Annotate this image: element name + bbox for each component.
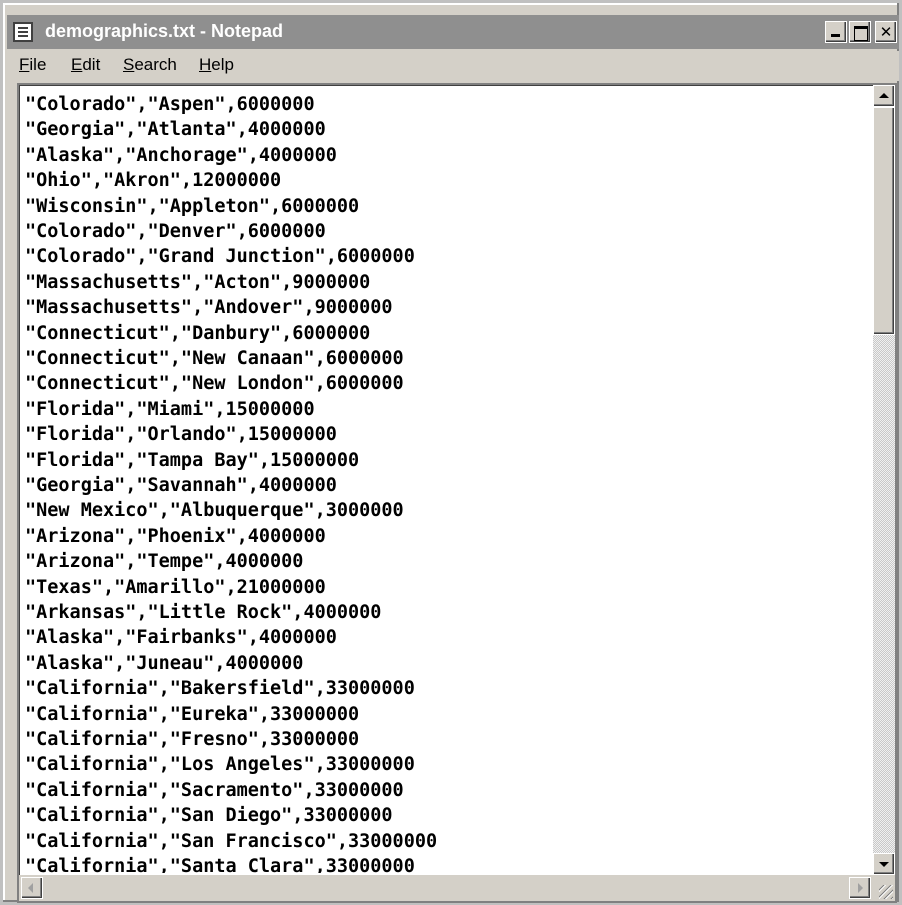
horizontal-scrollbar[interactable]: [19, 875, 873, 901]
text-line: "California","Santa Clara",33000000: [25, 856, 415, 873]
text-line: "Colorado","Denver",6000000: [25, 221, 326, 242]
text-line: "Alaska","Juneau",4000000: [25, 652, 304, 674]
text-line: "Florida","Tampa Bay",15000000: [25, 449, 360, 471]
text-line: "Florida","Miami",15000000: [25, 398, 315, 420]
menu-file[interactable]: File: [19, 55, 46, 75]
maximize-button[interactable]: [849, 21, 871, 43]
text-line: "California","San Diego",33000000: [25, 805, 393, 827]
vertical-scroll-thumb[interactable]: [873, 107, 895, 335]
scroll-left-button[interactable]: [21, 877, 43, 899]
text-line: "Colorado","Grand Junction",6000000: [25, 246, 415, 268]
text-line: "Georgia","Savannah",4000000: [25, 475, 337, 496]
close-button[interactable]: ✕: [875, 21, 897, 43]
scroll-down-button[interactable]: [873, 853, 895, 875]
text-line: "Massachusetts","Acton",9000000: [25, 271, 371, 293]
text-line: "Alaska","Fairbanks",4000000: [25, 627, 337, 649]
text-line: "Connecticut","New London",6000000: [25, 373, 404, 395]
menu-edit[interactable]: Edit: [71, 55, 100, 75]
text-line: "Arizona","Phoenix",4000000: [25, 525, 326, 547]
text-line: "Colorado","Aspen",6000000: [25, 94, 315, 115]
text-editor[interactable]: "Colorado","Aspen",6000000 "Georgia","Atl…: [21, 87, 871, 873]
menu-help[interactable]: Help: [199, 55, 234, 75]
minimize-button[interactable]: [825, 21, 847, 43]
notepad-window: demographics.txt - Notepad ✕ File Edit S…: [0, 0, 902, 905]
text-line: "California","Los Angeles",33000000: [25, 754, 415, 776]
text-line: "California","Eureka",33000000: [25, 703, 360, 725]
text-line: "California","Fresno",33000000: [25, 729, 360, 750]
text-line: "Florida","Orlando",15000000: [25, 424, 337, 446]
scroll-right-button[interactable]: [849, 877, 871, 899]
text-line: "Connecticut","New Canaan",6000000: [25, 348, 404, 369]
notepad-icon[interactable]: [13, 22, 33, 42]
text-line: "California","Bakersfield",33000000: [25, 678, 415, 700]
text-line: "Ohio","Akron",12000000: [25, 170, 282, 192]
window-title: demographics.txt - Notepad: [45, 21, 284, 41]
text-line: "Arizona","Tempe",4000000: [25, 551, 304, 573]
text-line: "Georgia","Atlanta",4000000: [25, 119, 326, 141]
editor-frame: "Colorado","Aspen",6000000 "Georgia","Atl…: [17, 83, 897, 903]
text-line: "Alaska","Anchorage",4000000: [25, 144, 337, 166]
text-line: "Arkansas","Little Rock",4000000: [25, 602, 382, 623]
text-line: "Texas","Amarillo",21000000: [25, 576, 326, 598]
resize-grip[interactable]: [873, 875, 895, 901]
text-line: "Massachusetts","Andover",9000000: [25, 297, 393, 319]
vertical-scrollbar[interactable]: [873, 85, 895, 875]
text-line: "New Mexico","Albuquerque",3000000: [25, 500, 404, 522]
scroll-up-button[interactable]: [873, 85, 895, 107]
menu-bar: File Edit Search Help: [7, 51, 899, 81]
text-line: "California","Sacramento",33000000: [25, 779, 404, 801]
menu-search[interactable]: Search: [123, 55, 177, 75]
title-bar[interactable]: demographics.txt - Notepad ✕: [7, 15, 899, 49]
text-line: "Connecticut","Danbury",6000000: [25, 322, 371, 344]
text-line: "California","San Francisco",33000000: [25, 830, 438, 852]
text-line: "Wisconsin","Appleton",6000000: [25, 195, 360, 217]
